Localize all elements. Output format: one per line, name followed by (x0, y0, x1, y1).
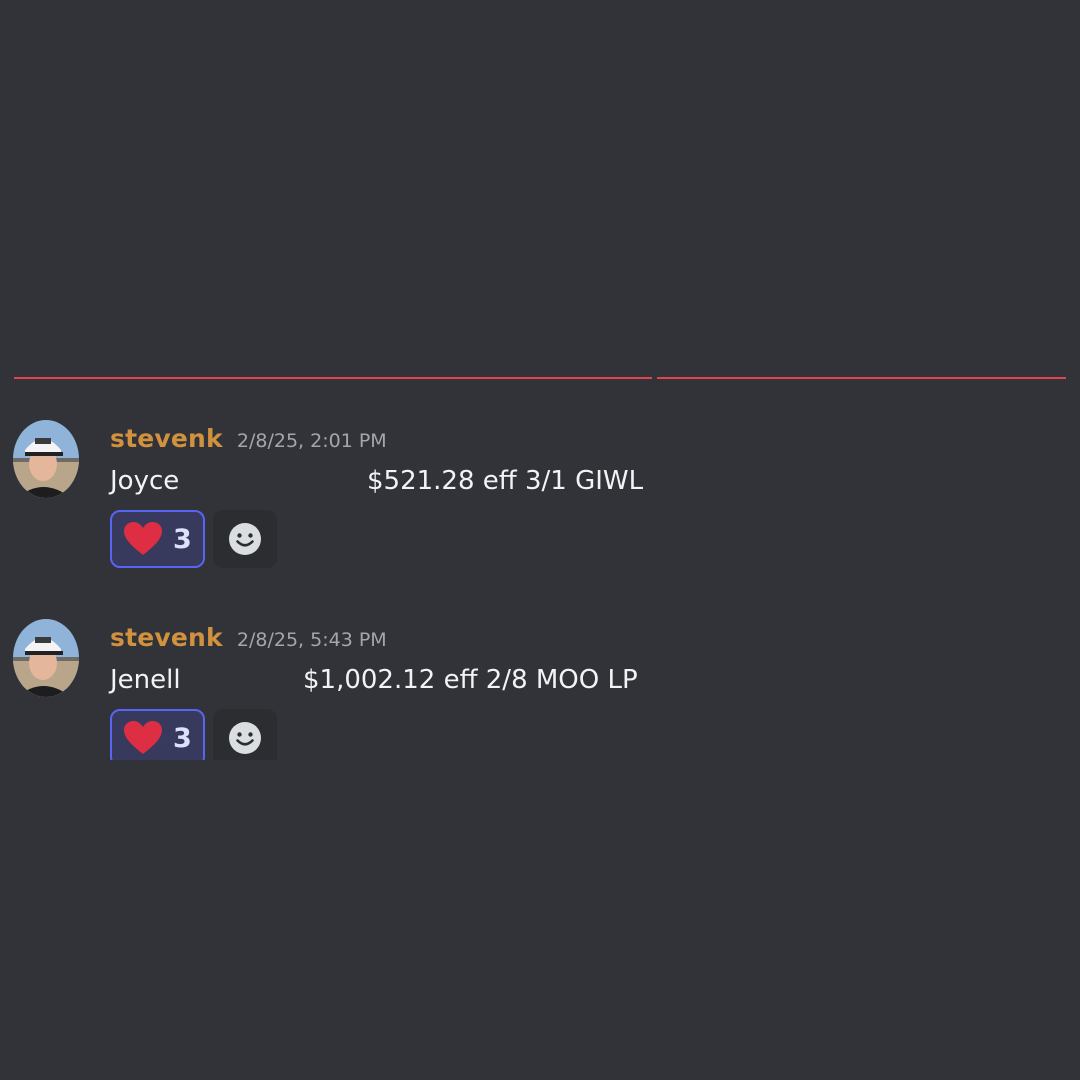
chat-channel: stevenk 2/8/25, 2:01 PM Joyce $521.28 ef… (0, 0, 1080, 1080)
timestamp[interactable]: 2/8/25, 5:43 PM (237, 629, 387, 651)
reaction-count: 3 (173, 722, 192, 754)
message-header: stevenk 2/8/25, 2:01 PM (110, 424, 387, 454)
username[interactable]: stevenk (110, 424, 223, 453)
new-messages-divider-left (14, 377, 652, 379)
add-reaction-button[interactable] (213, 709, 277, 767)
avatar-image (13, 420, 79, 498)
message-header: stevenk 2/8/25, 5:43 PM (110, 623, 387, 653)
message-item: stevenk 2/8/25, 2:01 PM Joyce $521.28 ef… (0, 420, 1080, 570)
message-name: Joyce (110, 466, 180, 496)
empty-area (0, 760, 1080, 1080)
message-detail: $1,002.12 eff 2/8 MOO LP (303, 665, 638, 695)
reaction-heart[interactable]: 3 (110, 709, 205, 767)
reactions-bar: 3 (110, 709, 277, 767)
reactions-bar: 3 (110, 510, 277, 568)
username[interactable]: stevenk (110, 623, 223, 652)
avatar[interactable] (13, 420, 79, 498)
message-name: Jenell (110, 665, 181, 695)
timestamp[interactable]: 2/8/25, 2:01 PM (237, 430, 387, 452)
add-reaction-button[interactable] (213, 510, 277, 568)
reaction-count: 3 (173, 523, 192, 555)
smiley-icon (229, 722, 261, 754)
avatar-image (13, 619, 79, 697)
new-messages-divider-right (657, 377, 1066, 379)
message-detail: $521.28 eff 3/1 GIWL (367, 466, 644, 496)
smiley-icon (229, 523, 261, 555)
reaction-heart[interactable]: 3 (110, 510, 205, 568)
message-item: stevenk 2/8/25, 5:43 PM Jenell $1,002.12… (0, 619, 1080, 769)
avatar[interactable] (13, 619, 79, 697)
heart-icon (124, 522, 162, 555)
heart-icon (124, 721, 162, 754)
